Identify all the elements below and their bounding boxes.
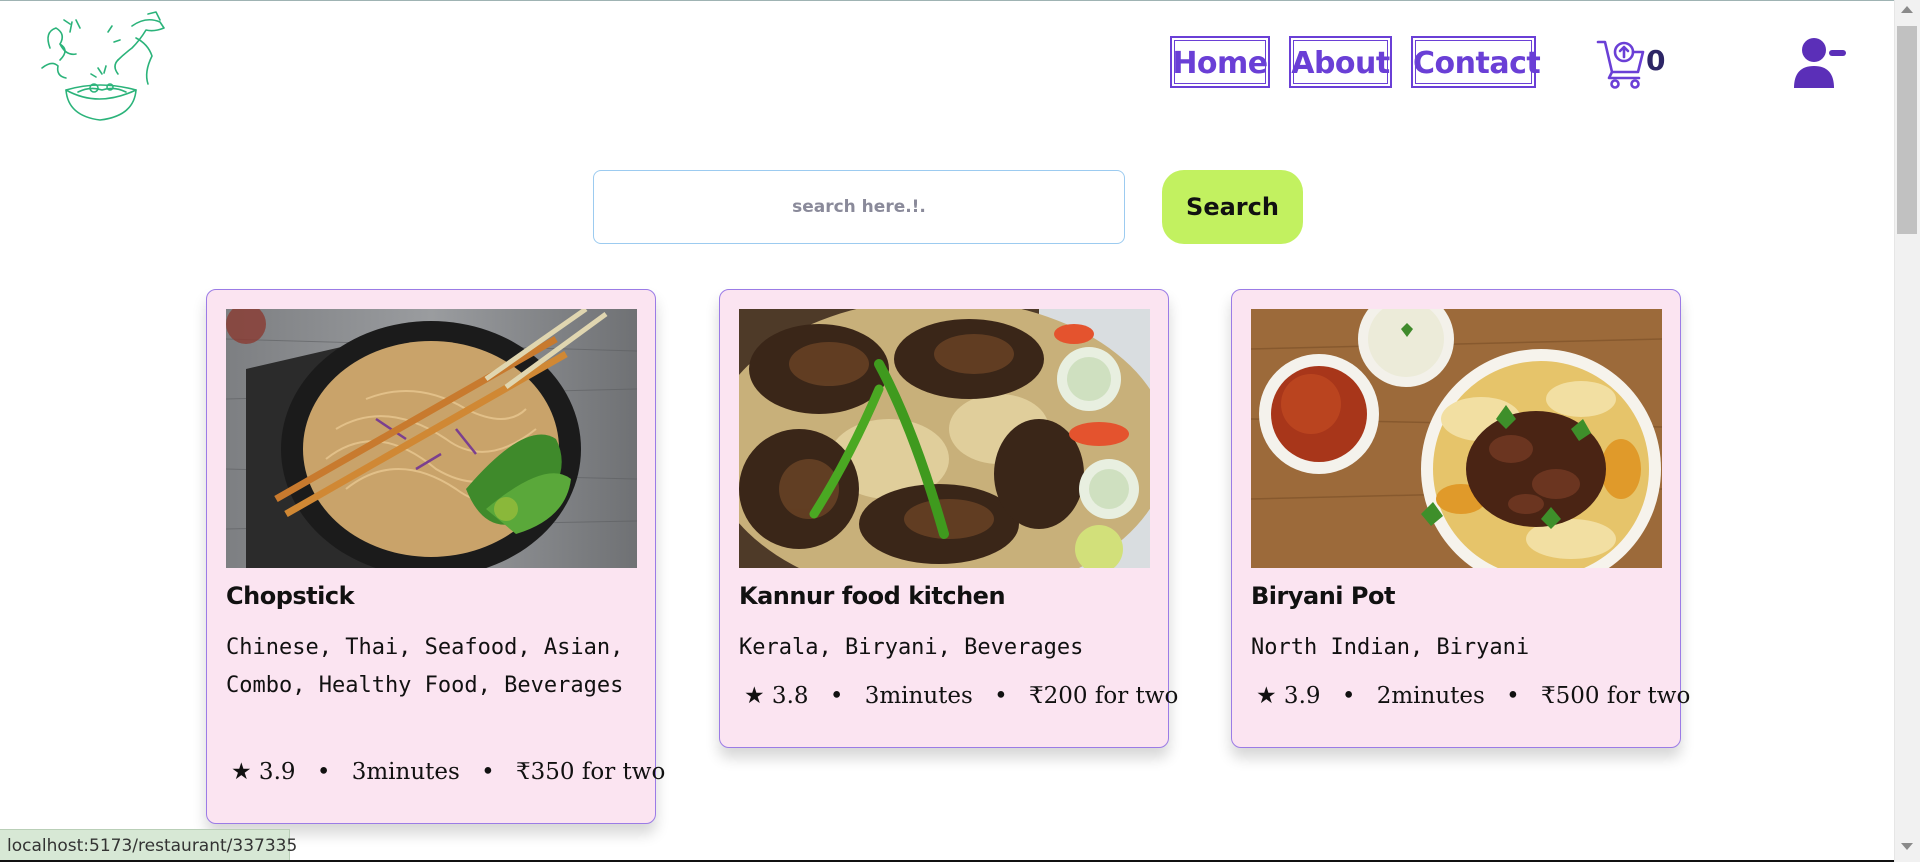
biryani-plate-photo xyxy=(1251,309,1662,568)
window-top-border xyxy=(0,0,1920,1)
restaurant-delivery-time: 3minutes xyxy=(864,683,973,709)
restaurant-cost: ₹500 for two xyxy=(1541,683,1691,709)
meta-separator: • xyxy=(481,759,495,785)
restaurant-rating: ★ 3.9 xyxy=(1256,683,1321,709)
restaurant-rating: ★ 3.9 xyxy=(231,759,296,785)
user-minus-icon xyxy=(1794,38,1846,88)
restaurant-cost: ₹200 for two xyxy=(1029,683,1179,709)
restaurant-name: Chopstick xyxy=(226,582,355,610)
scrollbar-thumb[interactable] xyxy=(1897,26,1917,234)
restaurant-rating: ★ 3.8 xyxy=(744,683,809,709)
search-input[interactable] xyxy=(593,170,1125,244)
restaurant-card[interactable]: Biryani Pot North Indian, Biryani ★ 3.9 … xyxy=(1231,289,1690,748)
meta-separator: • xyxy=(994,683,1008,709)
chef-cooking-logo-icon xyxy=(41,11,165,121)
link-status-bar: localhost:5173/restaurant/337335 xyxy=(0,829,297,862)
logo[interactable] xyxy=(36,8,166,123)
meta-separator: • xyxy=(1341,683,1356,709)
scroll-up-arrow-icon[interactable] xyxy=(1901,6,1913,13)
restaurant-name: Kannur food kitchen xyxy=(739,582,1006,610)
restaurant-name: Biryani Pot xyxy=(1251,582,1395,610)
cart-icon xyxy=(1596,40,1645,89)
restaurant-cost: ₹350 for two xyxy=(516,759,666,785)
nav-about-link[interactable]: About xyxy=(1289,36,1392,88)
restaurant-meta: ★ 3.9 • 2minutes • ₹500 for two xyxy=(1256,683,1690,709)
restaurant-delivery-time: 3minutes xyxy=(351,759,460,785)
user-button[interactable] xyxy=(1792,36,1848,92)
restaurant-cuisines: Kerala, Biryani, Beverages xyxy=(739,635,1084,660)
meta-separator: • xyxy=(829,683,844,709)
meta-separator: • xyxy=(316,759,331,785)
nav-contact-link[interactable]: Contact xyxy=(1411,36,1541,88)
search-button[interactable]: Search xyxy=(1162,170,1303,244)
grilled-chicken-rice-photo xyxy=(739,309,1150,568)
restaurant-card[interactable]: Chopstick Chinese, Thai, Seafood, Asian,… xyxy=(206,289,665,824)
cart-button[interactable] xyxy=(1596,38,1646,90)
cart-count: 0 xyxy=(1646,44,1666,77)
restaurant-cuisines: North Indian, Biryani xyxy=(1251,635,1530,660)
noodles-bowl-photo xyxy=(226,309,637,568)
restaurant-cuisines: Chinese, Thai, Seafood, Asian, Combo, He… xyxy=(226,635,624,698)
meta-separator: • xyxy=(1506,683,1520,709)
nav-home-link[interactable]: Home xyxy=(1170,36,1270,88)
restaurant-card[interactable]: Kannur food kitchen Kerala, Biryani, Bev… xyxy=(719,289,1178,748)
scroll-down-arrow-icon[interactable] xyxy=(1901,843,1913,850)
restaurant-meta: ★ 3.8 • 3minutes • ₹200 for two xyxy=(744,683,1178,709)
restaurant-meta: ★ 3.9 • 3minutes • ₹350 for two xyxy=(231,759,665,785)
restaurant-delivery-time: 2minutes xyxy=(1376,683,1485,709)
